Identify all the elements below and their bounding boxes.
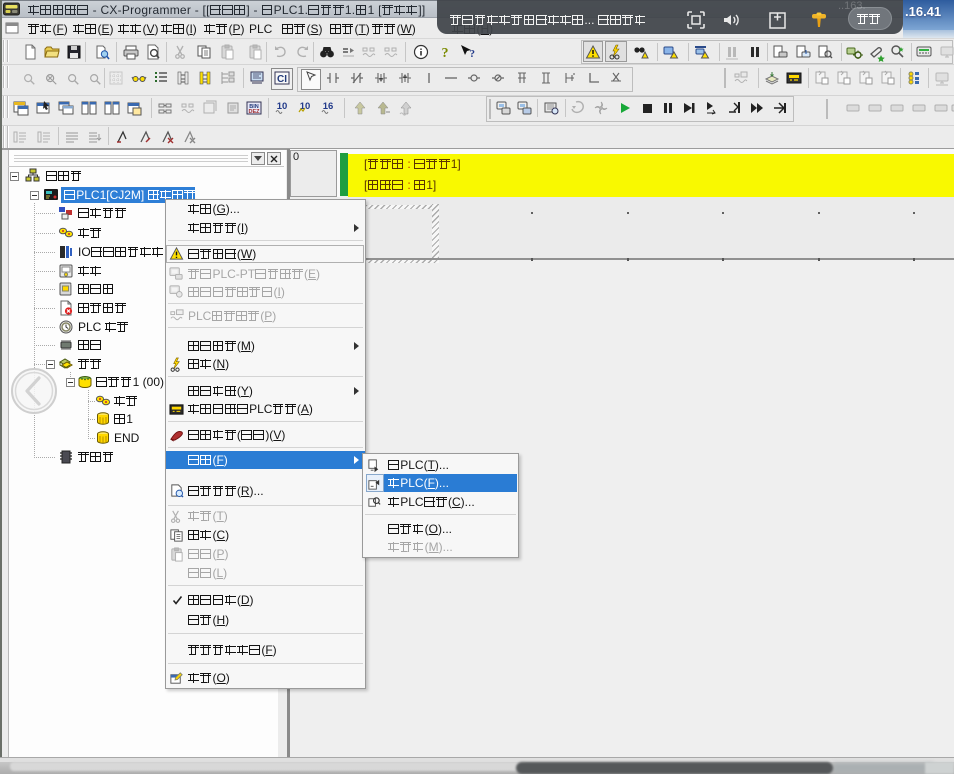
- svg-text:?: ?: [442, 46, 449, 61]
- svg-text:?: ?: [470, 48, 476, 60]
- svg-text:DEZ: DEZ: [249, 109, 261, 115]
- svg-text:10: 10: [300, 101, 311, 112]
- svg-text:CI: CI: [277, 74, 287, 85]
